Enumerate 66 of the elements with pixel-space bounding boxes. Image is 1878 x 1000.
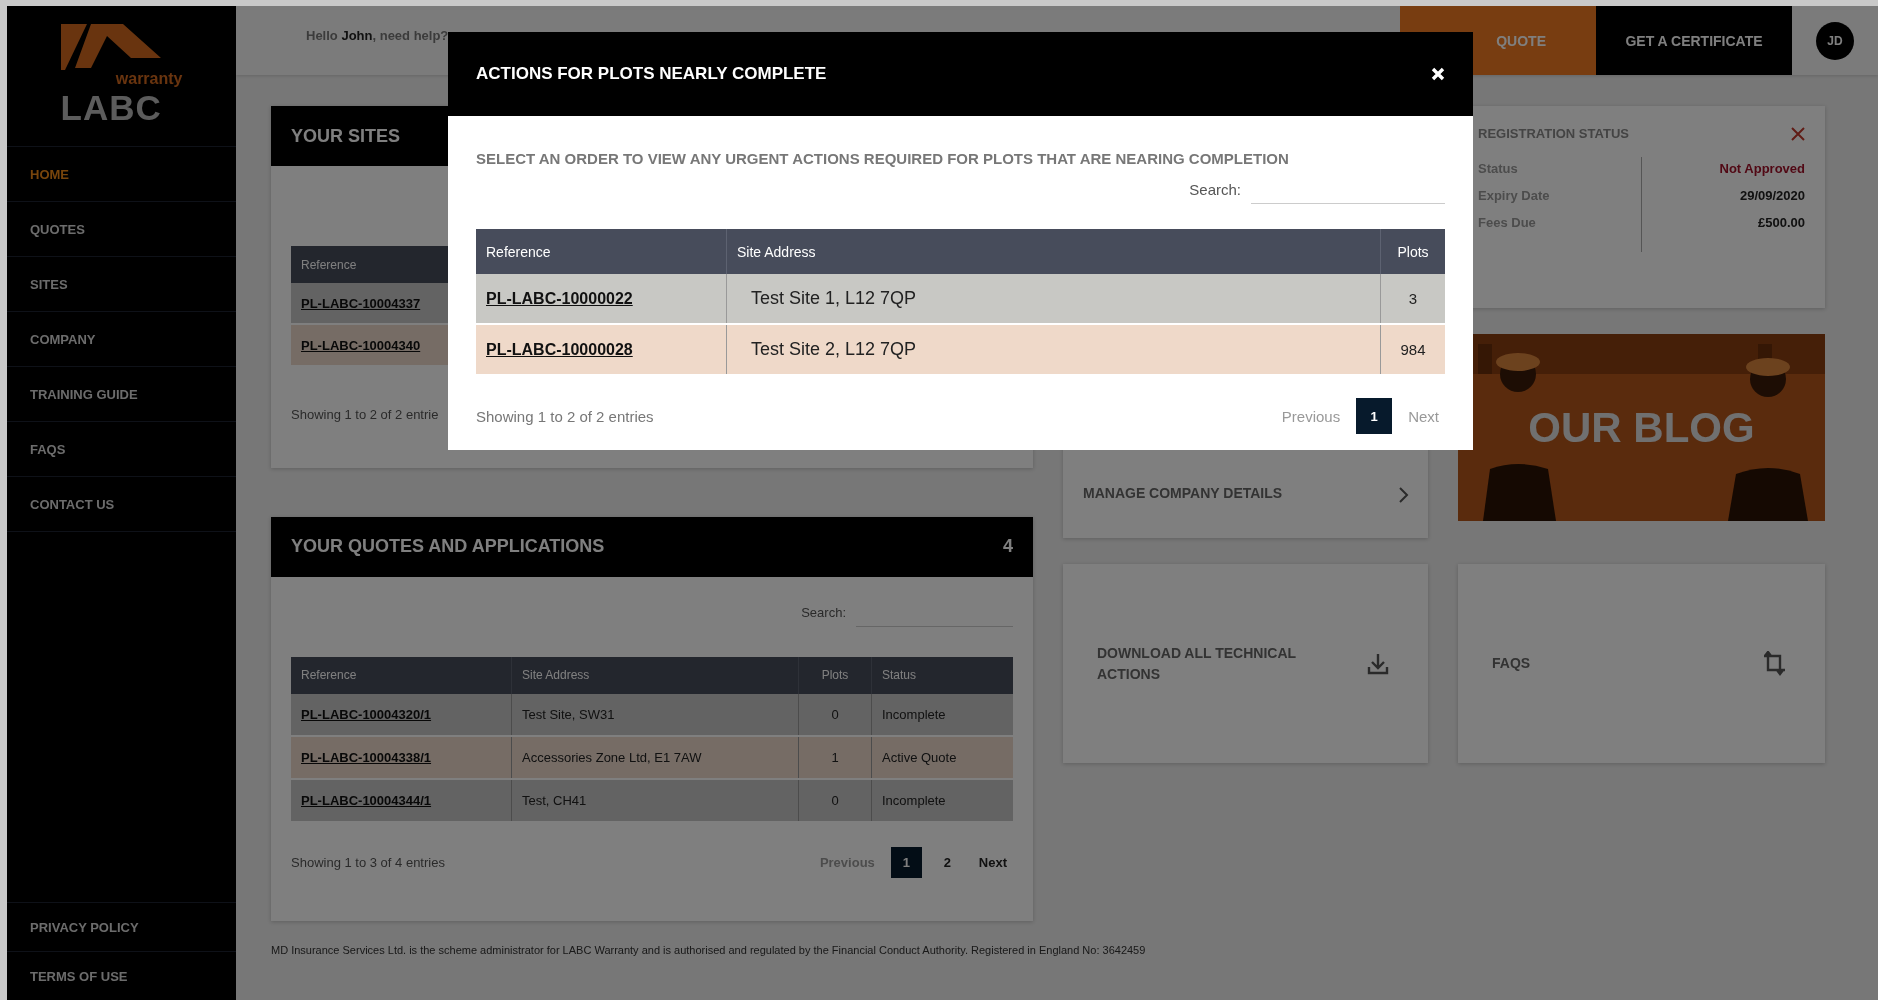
- nav-item[interactable]: COMPANY: [7, 312, 236, 367]
- tile-label: DOWNLOAD ALL TECHNICAL ACTIONS: [1097, 643, 1297, 684]
- blog-banner[interactable]: OUR BLOG: [1458, 334, 1825, 521]
- entries-info: Showing 1 to 2 of 2 entrie: [291, 407, 439, 422]
- field-value: £500.00: [1758, 215, 1805, 230]
- table-cell: Test Site 2, L12 7QP: [726, 324, 1381, 375]
- reference-link[interactable]: PL-LABC-10004340: [301, 337, 421, 353]
- column-header: Site Address: [726, 229, 1381, 274]
- close-icon: [1791, 126, 1805, 141]
- search-label: Search:: [1189, 180, 1241, 198]
- instruction-text: SELECT AN ORDER TO VIEW ANY URGENT ACTIONS REQUIRED FOR PLOTS THAT ARE NEARING COMPLETION: [476, 150, 1290, 167]
- nav-item[interactable]: QUOTES: [7, 202, 236, 257]
- nav-item[interactable]: SITES: [7, 257, 236, 312]
- tile-label: FAQS: [1492, 654, 1531, 673]
- column-header: Reference: [476, 229, 727, 274]
- chevron-right-icon: [1396, 486, 1410, 504]
- greeting-text: Hello John, need help?: [306, 28, 449, 43]
- tile-card[interactable]: DOWNLOAD ALL TECHNICAL ACTIONS: [1063, 564, 1428, 763]
- entries-info: Showing 1 to 2 of 2 entries: [476, 407, 654, 425]
- next-link[interactable]: Next: [972, 854, 1013, 870]
- card-title: REGISTRATION STATUS: [1478, 126, 1629, 141]
- logo: warranty LABC: [60, 24, 183, 124]
- page-button[interactable]: 1: [890, 846, 922, 878]
- close-icon: [1431, 67, 1445, 81]
- nav-item[interactable]: TRAINING GUIDE: [7, 367, 236, 422]
- table-cell: 0: [798, 693, 872, 736]
- table-cell: 984: [1380, 324, 1445, 375]
- card-title: YOUR SITES: [291, 125, 401, 147]
- tile-label: MANAGE COMPANY DETAILS: [1083, 484, 1283, 503]
- nav-item[interactable]: CONTACT US: [7, 477, 236, 532]
- nav-item[interactable]: FAQS: [7, 422, 236, 477]
- column-header: Site Address: [511, 656, 799, 694]
- table-cell: Incomplete: [871, 778, 1013, 822]
- reference-link[interactable]: PL-LABC-10000022: [486, 290, 633, 307]
- footer-link[interactable]: TERMS OF USE: [7, 952, 236, 1000]
- reference-link[interactable]: PL-LABC-10000028: [486, 341, 633, 358]
- table-cell: Test Site 1, L12 7QP: [726, 274, 1381, 324]
- table-cell: Incomplete: [871, 693, 1013, 736]
- table-cell: 1: [798, 735, 872, 779]
- entries-info: Showing 1 to 3 of 4 entries: [291, 854, 445, 870]
- column-header: Reference: [291, 656, 512, 694]
- nav-item[interactable]: HOME: [7, 147, 236, 202]
- table-cell: Accessories Zone Ltd, E1 7AW: [511, 735, 799, 779]
- field-value: 29/09/2020: [1739, 188, 1805, 203]
- card-title: YOUR QUOTES AND APPLICATIONS: [291, 536, 605, 558]
- table-cell: Test, CH41: [511, 778, 799, 822]
- column-header: Plots: [798, 656, 872, 694]
- count-label: 4: [1003, 536, 1013, 558]
- footer-link[interactable]: PRIVACY POLICY: [7, 903, 236, 952]
- avatar[interactable]: JD: [1816, 21, 1854, 60]
- footer-text: MD Insurance Services Ltd. is the scheme administrator for LABC Warranty and is authorised and regulated by the Financial Conduct Authority. Registered in England No: 3642459: [270, 943, 1147, 956]
- table-cell: 0: [798, 778, 872, 822]
- page-button[interactable]: 1: [1356, 398, 1393, 434]
- reference-link[interactable]: PL-LABC-10004337: [301, 295, 421, 311]
- table-cell: Active Quote: [871, 735, 1013, 779]
- column-header: Plots: [1380, 229, 1445, 274]
- tile-card[interactable]: FAQS: [1458, 564, 1825, 763]
- blog-title: OUR BLOG: [1528, 403, 1755, 452]
- certificate-button[interactable]: GET A CERTIFICATE: [1596, 6, 1792, 75]
- search-label: Search:: [801, 605, 846, 621]
- page-button[interactable]: 2: [931, 846, 963, 878]
- field-value: Not Approved: [1719, 161, 1805, 176]
- column-header: Status: [871, 656, 1013, 694]
- modal-title: ACTIONS FOR PLOTS NEARLY COMPLETE: [476, 64, 827, 84]
- table-cell: 3: [1380, 274, 1445, 324]
- table-cell: Test Site, SW31: [511, 693, 799, 736]
